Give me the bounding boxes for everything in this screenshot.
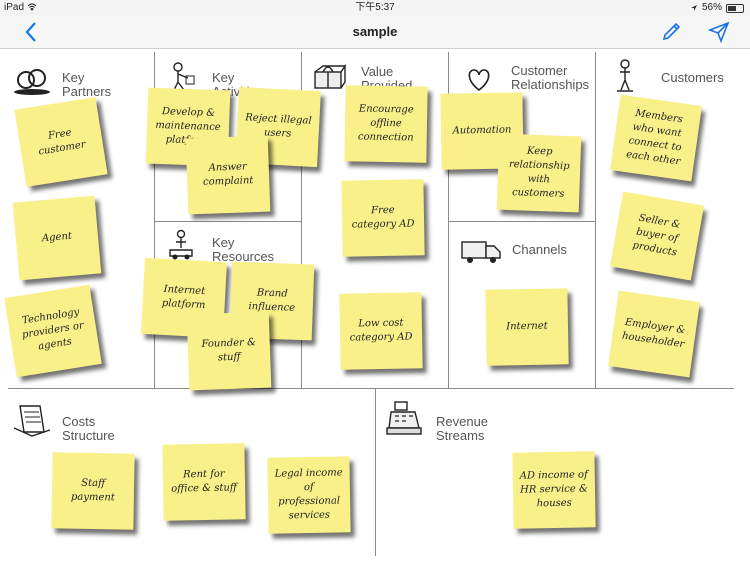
- pencil-icon: [662, 22, 681, 41]
- sticky-note[interactable]: Answer complaint: [185, 135, 271, 215]
- section-title: Key Partners: [62, 70, 112, 99]
- sticky-note[interactable]: Technology providers or agents: [4, 284, 102, 378]
- sticky-note[interactable]: Employer & householder: [608, 290, 700, 378]
- cash-register-icon: [386, 401, 422, 435]
- sticky-note[interactable]: Legal income of professional services: [267, 456, 351, 534]
- section-title: Key Resources: [212, 235, 275, 264]
- paper-plane-icon: [708, 21, 730, 43]
- sticky-note[interactable]: Staff payment: [51, 452, 135, 530]
- status-right: 56%: [690, 0, 744, 16]
- truck-icon: [461, 241, 501, 263]
- sticky-note[interactable]: Encourage offline connection: [344, 85, 428, 163]
- rings-icon: [14, 69, 50, 95]
- sticky-note[interactable]: Agent: [12, 195, 102, 281]
- heart-icon: [468, 69, 490, 92]
- section-title: Customers: [661, 70, 724, 85]
- grid-line: [375, 388, 376, 556]
- section-title: Revenue Streams: [436, 414, 489, 443]
- person-icon: [617, 59, 633, 92]
- battery-icon: [726, 3, 744, 13]
- sticky-note[interactable]: Low cost category AD: [339, 292, 423, 370]
- grid-line: [8, 388, 734, 389]
- forklift-icon: [169, 229, 193, 260]
- edit-button[interactable]: [658, 20, 684, 44]
- location-arrow-icon: [690, 5, 697, 11]
- gift-icon: [314, 63, 347, 89]
- sticky-note[interactable]: Seller & buyer of products: [610, 191, 704, 281]
- status-bar: iPad 下午5:37 56%: [0, 0, 750, 16]
- page-title: sample: [352, 24, 398, 39]
- sticky-note[interactable]: Internet: [485, 288, 569, 366]
- grid-line: [154, 221, 302, 222]
- sticky-note[interactable]: Rent for office & stuff: [162, 443, 246, 521]
- nav-bar: sample: [0, 16, 750, 49]
- sticky-note[interactable]: Free category AD: [341, 179, 425, 257]
- sticky-note[interactable]: Keep relationship with customers: [496, 133, 582, 213]
- sticky-note[interactable]: AD income of HR service & houses: [512, 451, 596, 529]
- section-title: Channels: [512, 242, 567, 257]
- sticky-note[interactable]: Members who want connect to each other: [610, 94, 702, 182]
- battery-percent: 56%: [701, 2, 722, 13]
- sticky-note[interactable]: Founder & stuff: [186, 311, 272, 391]
- section-title: Customer Relationships: [511, 63, 590, 92]
- receipt-icon: [13, 405, 51, 437]
- grid-line: [448, 221, 596, 222]
- send-button[interactable]: [706, 20, 732, 44]
- section-title: Costs Structure: [62, 414, 115, 443]
- sticky-note[interactable]: Free customer: [14, 97, 108, 187]
- grid-line: [595, 52, 596, 388]
- status-time: 下午5:37: [355, 2, 395, 13]
